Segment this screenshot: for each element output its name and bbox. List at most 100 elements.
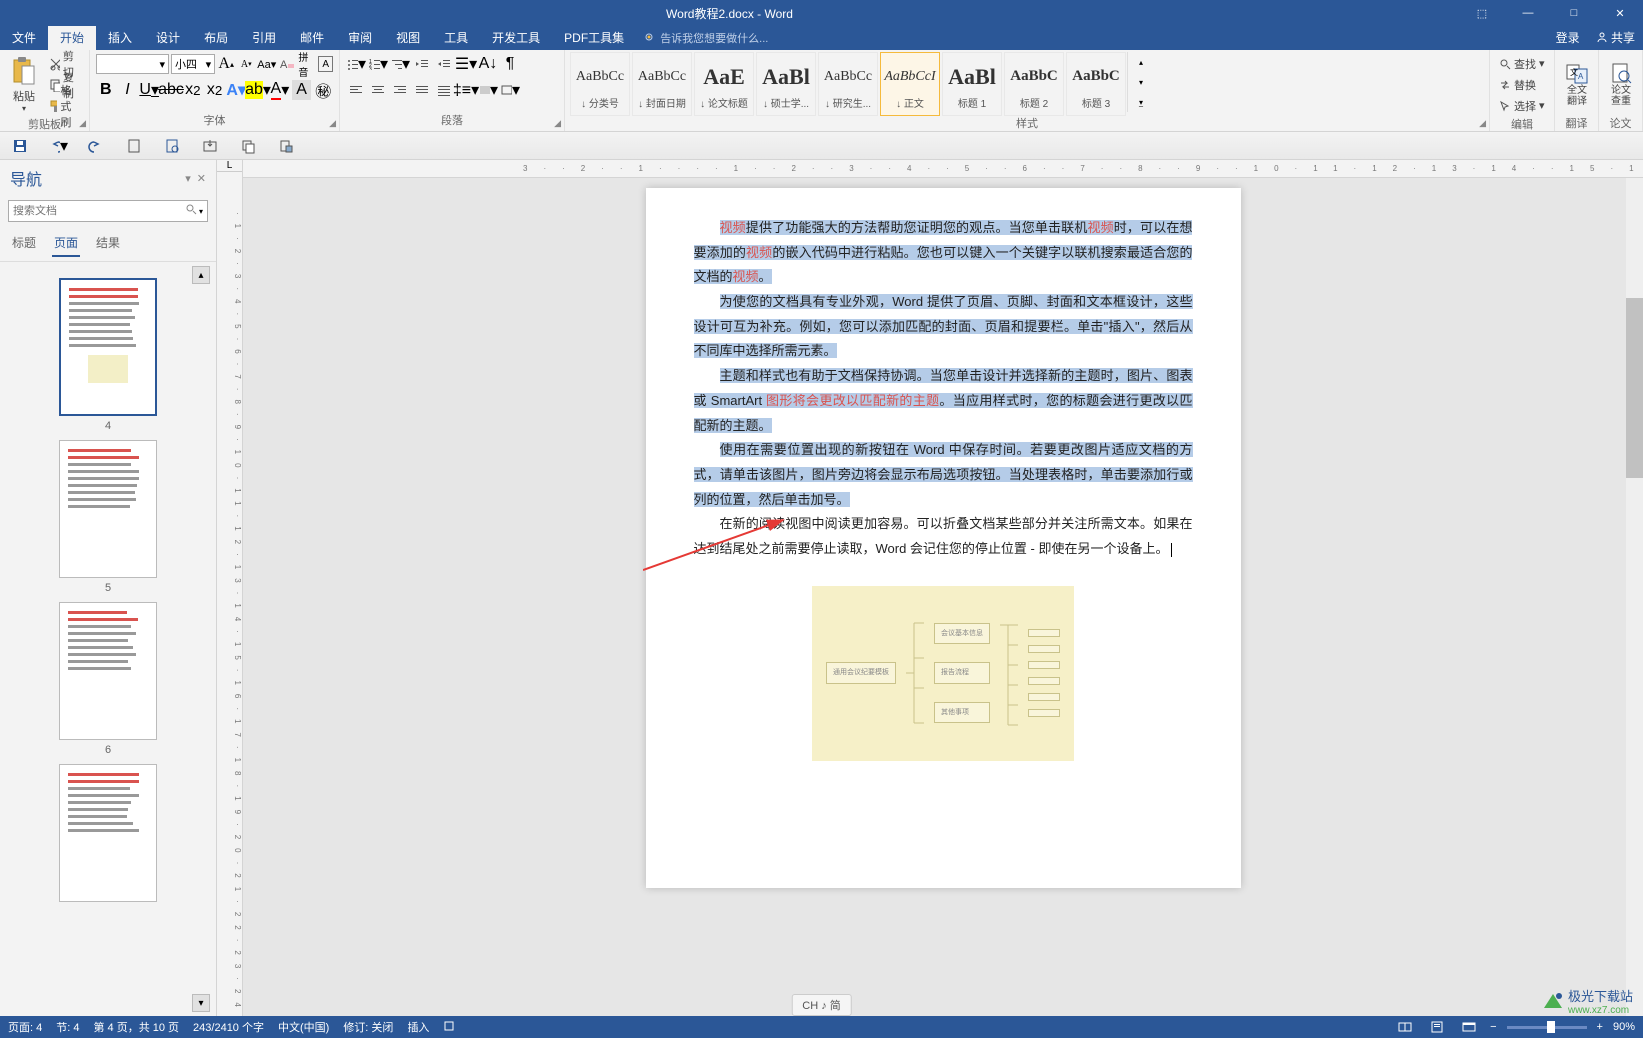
tab-tools[interactable]: 工具 — [432, 26, 480, 50]
status-page[interactable]: 页面: 4 — [8, 1019, 42, 1035]
view-web-layout[interactable] — [1458, 1021, 1480, 1033]
zoom-out-icon[interactable]: − — [1490, 1021, 1496, 1033]
align-left-button[interactable] — [346, 80, 366, 100]
share-button[interactable]: 共享 — [1588, 26, 1643, 50]
underline-button[interactable]: U▾ — [139, 80, 159, 100]
tab-mailings[interactable]: 邮件 — [288, 26, 336, 50]
status-revise[interactable]: 修订: 关闭 — [343, 1019, 393, 1035]
tab-insert[interactable]: 插入 — [96, 26, 144, 50]
vertical-scrollbar[interactable] — [1626, 178, 1643, 1016]
borders-button[interactable]: ▾ — [500, 80, 520, 100]
enclose-characters-button[interactable]: ㊙ — [313, 80, 333, 100]
multilevel-list-button[interactable]: ▾ — [390, 54, 410, 74]
font-name-combo[interactable]: ▾ — [96, 54, 169, 74]
nav-close-icon[interactable]: ✕ — [197, 172, 206, 185]
increase-font-icon[interactable]: A▴ — [217, 54, 235, 74]
page-thumbnail[interactable] — [59, 764, 157, 902]
qat-share-icon[interactable] — [200, 136, 220, 156]
tab-file[interactable]: 文件 — [0, 26, 48, 50]
style-item[interactable]: AaBl↓ 硕士学... — [756, 52, 816, 116]
style-item[interactable]: AaBl标题 1 — [942, 52, 1002, 116]
style-item[interactable]: AaBbCc↓ 封面日期 — [632, 52, 692, 116]
status-macro-icon[interactable] — [443, 1020, 455, 1035]
qat-copy-icon[interactable] — [238, 136, 258, 156]
font-size-combo[interactable]: 小四▾ — [171, 54, 215, 74]
status-page-of[interactable]: 第 4 页，共 10 页 — [93, 1019, 179, 1035]
superscript-button[interactable]: x2 — [205, 80, 225, 100]
clipboard-launcher[interactable]: ◢ — [79, 118, 86, 129]
paper-check-button[interactable]: 论文查重 — [1603, 52, 1639, 116]
phonetic-guide-button[interactable]: 拼音 — [298, 54, 316, 74]
style-item[interactable]: AaBbC标题 3 — [1066, 52, 1126, 116]
format-painter-button[interactable]: 格式刷 — [46, 95, 83, 116]
styles-gallery[interactable]: AaBbCc↓ 分类号AaBbCc↓ 封面日期AaE↓ 论文标题AaBl↓ 硕士… — [569, 52, 1127, 116]
align-right-button[interactable] — [390, 80, 410, 100]
login-button[interactable]: 登录 — [1548, 26, 1588, 50]
ruler-corner[interactable]: L — [217, 160, 242, 172]
page-thumbnail[interactable] — [59, 278, 157, 416]
ribbon-display-options[interactable]: ⬚ — [1459, 0, 1505, 26]
zoom-level[interactable]: 90% — [1613, 1021, 1635, 1033]
highlight-color-button[interactable]: ab▾ — [248, 80, 268, 100]
nav-tab-pages[interactable]: 页面 — [52, 230, 80, 257]
undo-icon[interactable]: ▾ — [48, 136, 68, 156]
qat-preview-icon[interactable] — [162, 136, 182, 156]
tellme-search[interactable]: 告诉我您想要做什么... — [636, 26, 776, 50]
font-launcher[interactable]: ◢ — [329, 118, 336, 129]
align-justify-button[interactable] — [412, 80, 432, 100]
asian-layout-button[interactable]: ☰▾ — [456, 54, 476, 74]
italic-button[interactable]: I — [118, 80, 138, 100]
status-insert-mode[interactable]: 插入 — [407, 1019, 429, 1035]
character-shading-button[interactable]: A — [292, 80, 312, 100]
align-center-button[interactable] — [368, 80, 388, 100]
style-item[interactable]: AaBbC标题 2 — [1004, 52, 1064, 116]
horizontal-ruler[interactable]: 3··2··1····1··2··3··4··5··6··7··8··9··10… — [243, 160, 1643, 178]
thumbs-scroll-up[interactable]: ▴ — [192, 266, 210, 284]
window-close[interactable]: ✕ — [1597, 0, 1643, 26]
select-button[interactable]: 选择 ▾ — [1496, 95, 1548, 116]
redo-icon[interactable] — [86, 136, 106, 156]
style-item[interactable]: AaBbCc↓ 研究生... — [818, 52, 878, 116]
nav-search-box[interactable]: ▾ — [8, 200, 208, 222]
tab-developer[interactable]: 开发工具 — [480, 26, 552, 50]
tab-view[interactable]: 视图 — [384, 26, 432, 50]
bold-button[interactable]: B — [96, 80, 116, 100]
tab-layout[interactable]: 布局 — [192, 26, 240, 50]
styles-expand[interactable]: ▾̲ — [1131, 92, 1151, 112]
status-word-count[interactable]: 243/2410 个字 — [193, 1019, 264, 1035]
text-effects-button[interactable]: A▾ — [226, 80, 246, 100]
align-distributed-button[interactable] — [434, 80, 454, 100]
tab-review[interactable]: 审阅 — [336, 26, 384, 50]
decrease-font-icon[interactable]: A▾ — [237, 54, 255, 74]
zoom-in-icon[interactable]: + — [1597, 1021, 1603, 1033]
numbering-button[interactable]: 123▾ — [368, 54, 388, 74]
clear-formatting-button[interactable]: A — [278, 54, 296, 74]
thumbs-scroll-down[interactable]: ▾ — [192, 994, 210, 1012]
shading-button[interactable]: ▾ — [478, 80, 498, 100]
sort-button[interactable]: A↓ — [478, 54, 498, 74]
font-color-button[interactable]: A▾ — [270, 80, 290, 100]
show-hide-marks-button[interactable]: ¶ — [500, 54, 520, 74]
decrease-indent-button[interactable] — [412, 54, 432, 74]
translate-button[interactable]: 文A 全文翻译 — [1559, 52, 1595, 116]
nav-search-input[interactable] — [13, 205, 185, 217]
styles-launcher[interactable]: ◢ — [1479, 118, 1486, 129]
save-icon[interactable] — [10, 136, 30, 156]
status-language[interactable]: 中文(中国) — [278, 1019, 329, 1035]
paragraph-launcher[interactable]: ◢ — [554, 118, 561, 129]
nav-tab-results[interactable]: 结果 — [94, 230, 122, 257]
ime-indicator[interactable]: CH ♪ 简 — [791, 994, 852, 1016]
increase-indent-button[interactable] — [434, 54, 454, 74]
page-thumbnail[interactable] — [59, 602, 157, 740]
nav-tab-headings[interactable]: 标题 — [10, 230, 38, 257]
document-image[interactable]: 通用会议纪要模板 会议基本信息 报告流程 其他事项 — [812, 586, 1074, 761]
window-maximize[interactable]: □ — [1551, 0, 1597, 26]
search-icon[interactable] — [185, 202, 197, 220]
style-item[interactable]: AaBbCcI↓ 正文 — [880, 52, 940, 116]
tab-pdf[interactable]: PDF工具集 — [552, 26, 636, 50]
page-thumbnail[interactable] — [59, 440, 157, 578]
style-item[interactable]: AaE↓ 论文标题 — [694, 52, 754, 116]
vertical-ruler[interactable]: ·1·2·3·4·5·6·7·8·9·10·11·12·13·14·15·16·… — [217, 172, 243, 1028]
line-spacing-button[interactable]: ‡≡▾ — [456, 80, 476, 100]
paste-button[interactable]: 粘贴 ▾ — [4, 52, 44, 116]
